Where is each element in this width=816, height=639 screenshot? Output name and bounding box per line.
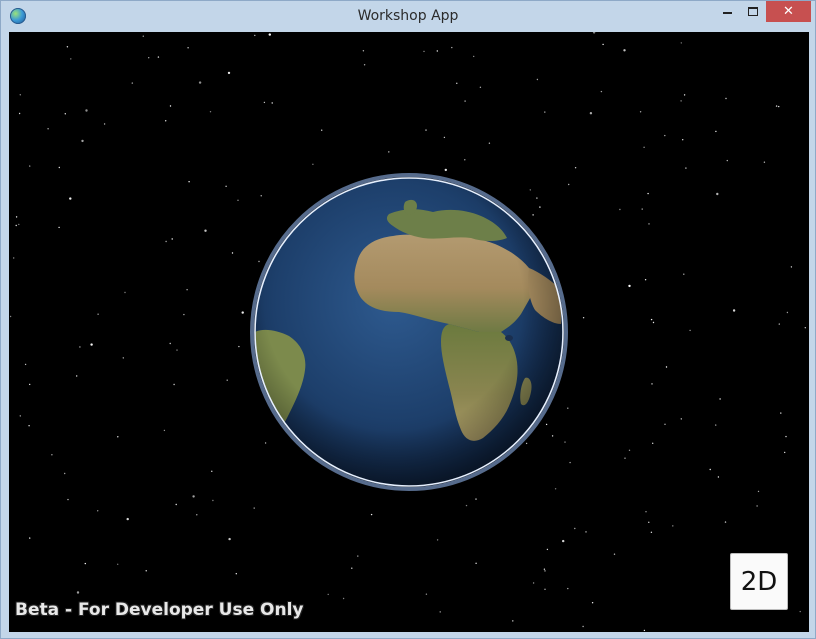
window-title: Workshop App — [357, 8, 459, 24]
scene-view[interactable]: Beta - For Developer Use Only 2D — [9, 32, 809, 632]
earth-globe[interactable] — [9, 32, 809, 632]
minimize-button[interactable] — [714, 1, 740, 22]
view-mode-toggle-button[interactable]: 2D — [730, 553, 788, 610]
close-button[interactable]: ✕ — [766, 1, 811, 22]
app-window: Workshop App ✕ Beta - For Developer Use … — [0, 0, 816, 639]
title-bar[interactable]: Workshop App ✕ — [1, 1, 815, 31]
maximize-button[interactable] — [740, 1, 766, 22]
close-icon: ✕ — [783, 4, 794, 19]
maximize-icon — [748, 7, 758, 16]
minimize-icon — [722, 11, 732, 14]
globe-shading — [255, 178, 563, 486]
beta-watermark: Beta - For Developer Use Only — [15, 600, 304, 620]
